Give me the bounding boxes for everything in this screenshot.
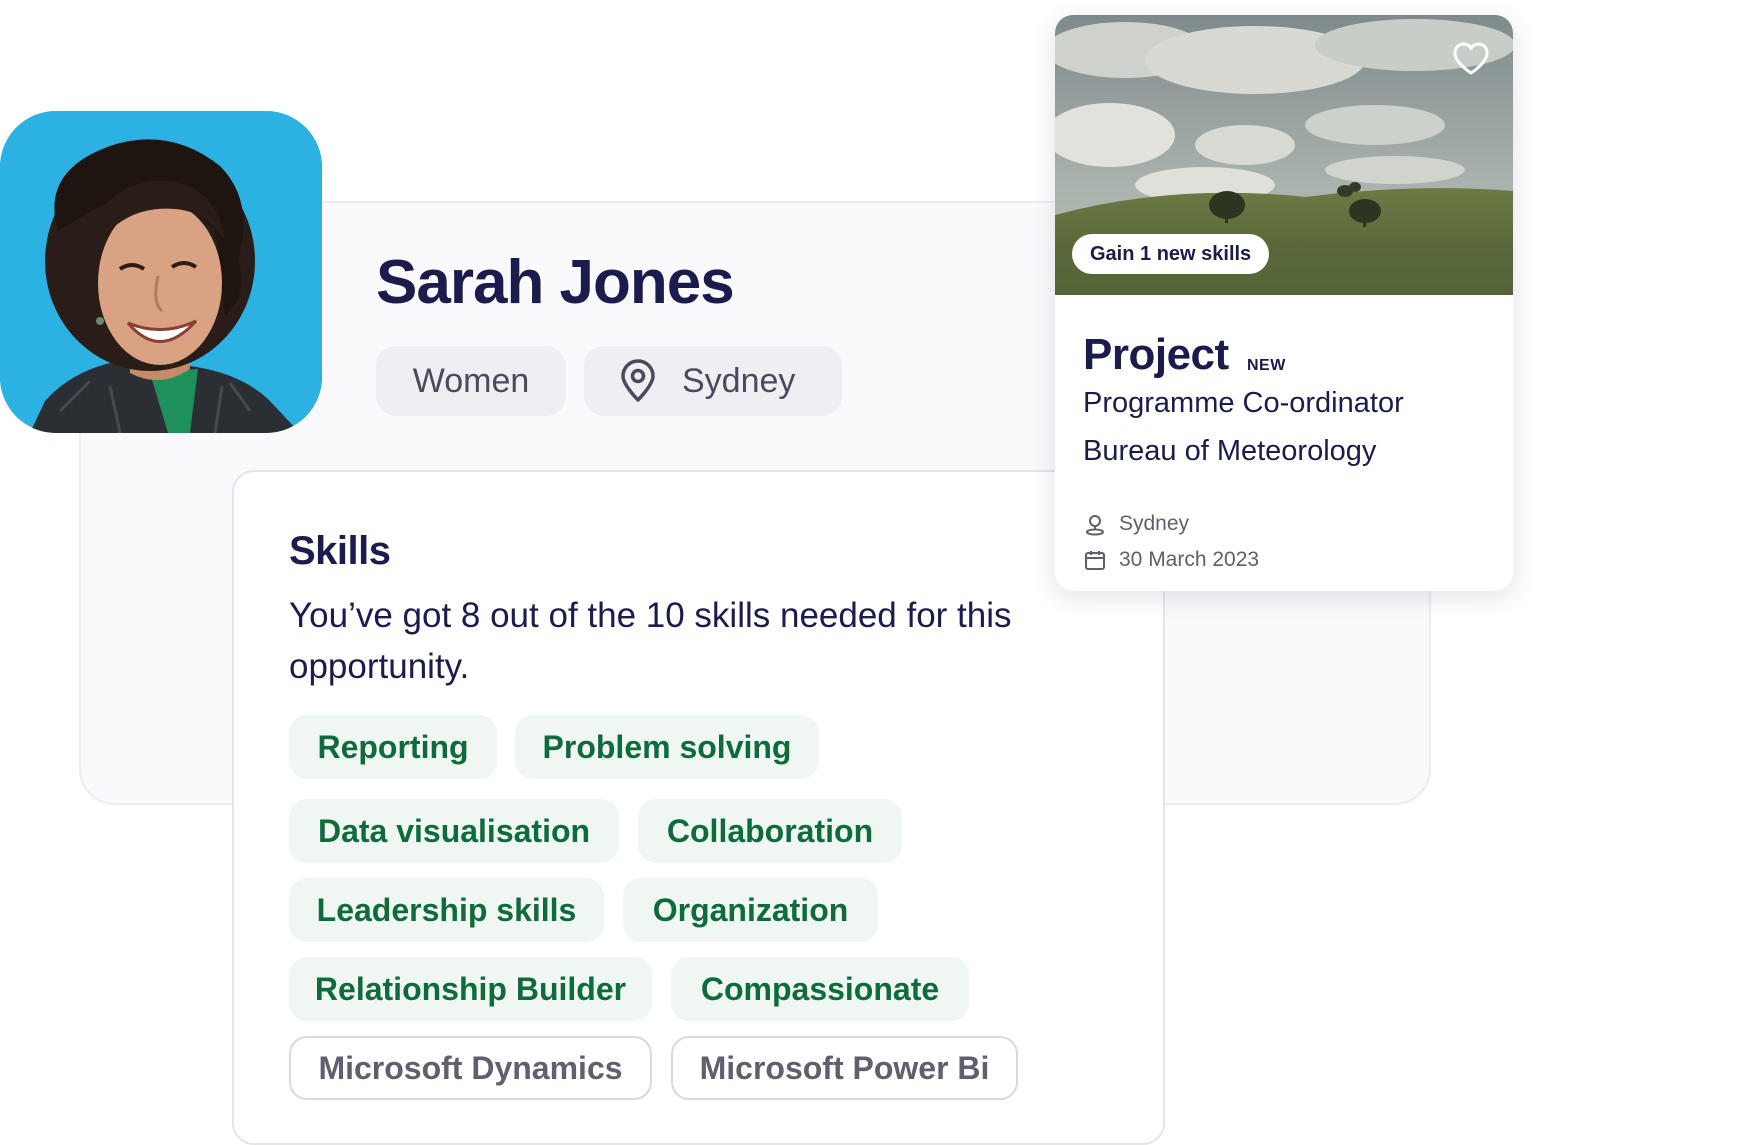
opportunity-location-label: Sydney	[1119, 512, 1190, 535]
skill-pill-matched: Leadership skills	[289, 878, 604, 942]
opportunity-date-label: 30 March 2023	[1119, 548, 1260, 571]
avatar-portrait	[0, 111, 322, 433]
group-tag-label: Women	[412, 361, 530, 400]
opportunity-organisation: Bureau of Meteorology	[1083, 435, 1377, 467]
skill-pill-matched: Relationship Builder	[289, 957, 652, 1021]
opportunity-card[interactable]: Gain 1 new skills Project NEW Programme …	[1055, 15, 1513, 591]
new-skills-badge: Gain 1 new skills	[1072, 234, 1270, 274]
location-tag-label: Sydney	[682, 361, 796, 400]
location-pin-icon	[618, 359, 658, 403]
avatar	[0, 111, 322, 433]
new-label: NEW	[1247, 357, 1286, 374]
group-tag: Women	[376, 346, 566, 416]
calendar-icon	[1083, 548, 1107, 572]
skill-pill-matched: Organization	[623, 878, 878, 942]
skill-pill-missing: Microsoft Power Bi	[671, 1036, 1018, 1100]
skill-pill-matched: Reporting	[289, 715, 497, 779]
skill-pill-matched: Problem solving	[515, 715, 819, 779]
skill-pill-matched: Data visualisation	[289, 799, 619, 863]
heart-icon[interactable]	[1451, 39, 1491, 79]
opportunity-location: Sydney	[1083, 512, 1189, 536]
skill-pill-missing: Microsoft Dynamics	[289, 1036, 652, 1100]
skill-pill-matched: Collaboration	[638, 799, 902, 863]
location-tag: Sydney	[584, 346, 842, 416]
profile-name: Sarah Jones	[376, 248, 735, 317]
person-pin-icon	[1083, 512, 1107, 536]
opportunity-role: Programme Co-ordinator	[1083, 387, 1404, 419]
skills-summary: You’ve got 8 out of the 10 skills needed…	[289, 596, 1012, 686]
skill-pill-matched: Compassionate	[671, 957, 969, 1021]
opportunity-date: 30 March 2023	[1083, 548, 1259, 572]
opportunity-type: Project	[1083, 330, 1229, 379]
skills-title: Skills	[289, 529, 391, 573]
